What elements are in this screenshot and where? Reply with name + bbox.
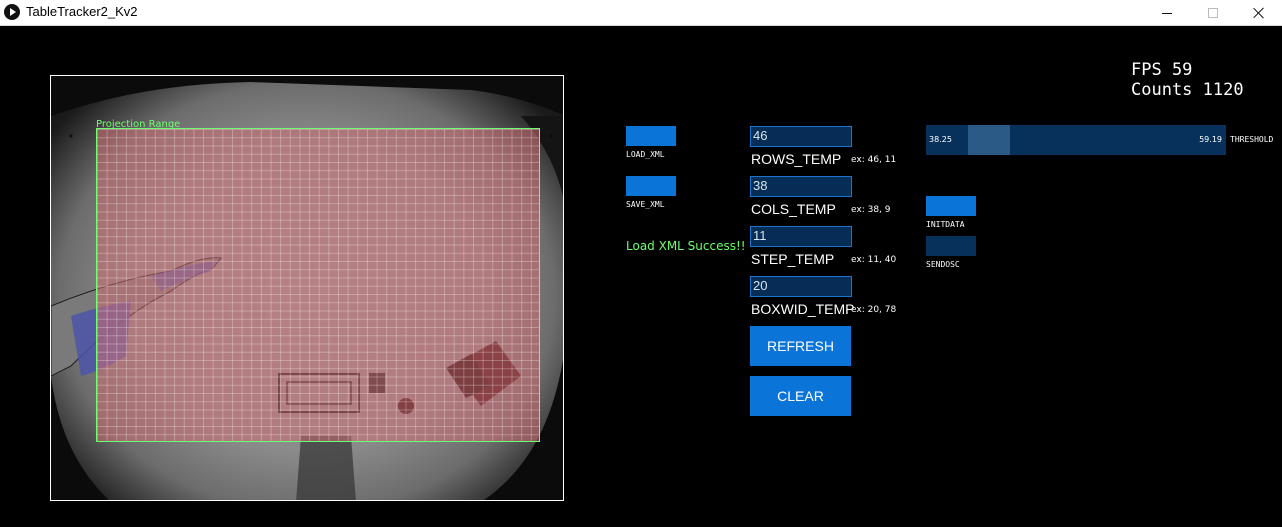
threshold-min-value: 38.25 [929, 135, 952, 144]
step-temp-label: STEP_TEMP [751, 251, 835, 267]
threshold-range-handle[interactable] [968, 125, 1010, 155]
save-xml-button[interactable] [626, 176, 676, 196]
cols-temp-input[interactable]: 38 [750, 176, 852, 197]
close-icon [1253, 7, 1265, 19]
rows-temp-hint: ex: 46, 11 [851, 155, 897, 165]
title-bar: TableTracker2_Kv2 [0, 0, 1282, 26]
refresh-button[interactable]: REFRESH [750, 326, 851, 366]
boxwid-temp-input[interactable]: 20 [750, 276, 852, 297]
rows-temp-label: ROWS_TEMP [751, 151, 842, 167]
boxwid-temp-label: BOXWID_TEMP [751, 301, 855, 317]
rows-temp-input[interactable]: 46 [750, 126, 852, 147]
app-canvas: Projection Range FPS 59 Counts 1120 LOAD… [0, 27, 1282, 527]
load-xml-label: LOAD_XML [626, 150, 665, 159]
maximize-button[interactable] [1190, 0, 1236, 26]
xml-status-message: Load XML Success!! [626, 239, 746, 253]
initdata-label: INITDATA [926, 220, 965, 229]
window-title: TableTracker2_Kv2 [26, 4, 138, 19]
boxwid-temp-hint: ex: 20, 78 [851, 305, 897, 315]
save-xml-label: SAVE_XML [626, 200, 665, 209]
initdata-button[interactable] [926, 196, 976, 216]
step-temp-input[interactable]: 11 [750, 226, 852, 247]
clear-button[interactable]: CLEAR [750, 376, 851, 416]
threshold-range-slider[interactable]: 38.25 59.19 [926, 125, 1226, 155]
app-icon [4, 4, 20, 20]
minimize-button[interactable] [1144, 0, 1190, 26]
fps-readout: FPS 59 [1131, 60, 1193, 80]
projection-range-grid[interactable] [96, 128, 540, 442]
close-button[interactable] [1236, 0, 1282, 26]
counts-readout: Counts 1120 [1131, 80, 1244, 100]
threshold-label: THRESHOLD [1230, 135, 1274, 144]
step-temp-hint: ex: 11, 40 [851, 255, 897, 265]
cols-temp-hint: ex: 38, 9 [851, 205, 891, 215]
depth-camera-view: Projection Range [50, 75, 564, 501]
minimize-icon [1162, 12, 1172, 14]
sendosc-label: SENDOSC [926, 260, 960, 269]
maximize-icon [1208, 8, 1218, 18]
cols-temp-label: COLS_TEMP [751, 201, 836, 217]
load-xml-button[interactable] [626, 126, 676, 146]
threshold-max-value: 59.19 [1199, 135, 1222, 144]
sendosc-button[interactable] [926, 236, 976, 256]
